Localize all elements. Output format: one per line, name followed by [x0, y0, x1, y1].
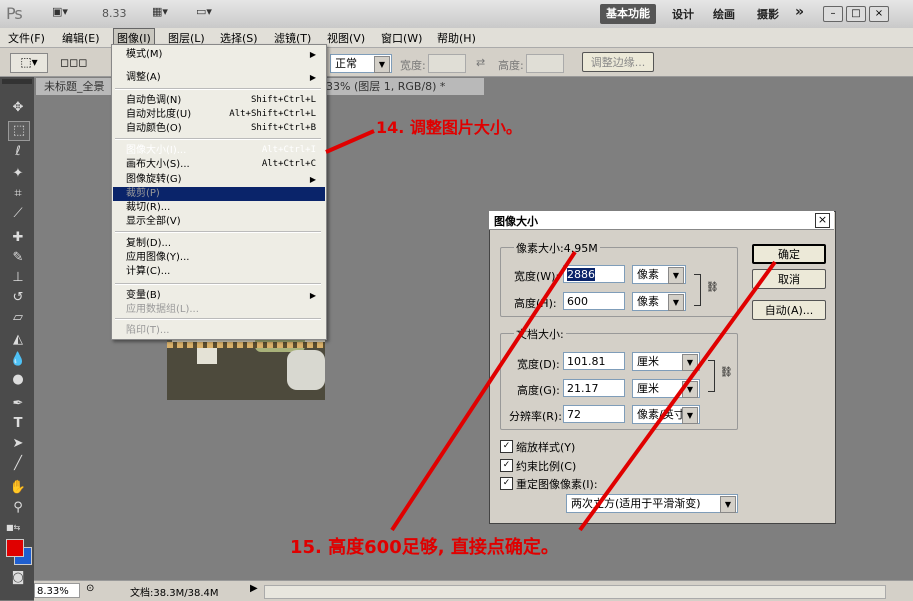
annotation-step15: 15. 高度600足够, 直接点确定。	[290, 537, 559, 558]
step14-arrow-line	[325, 129, 375, 154]
step15-line-to-height	[390, 250, 577, 532]
annotation-lines	[325, 129, 777, 532]
annotation-step14: 14. 调整图片大小。	[376, 118, 522, 137]
step15-line-to-ok	[578, 260, 777, 532]
